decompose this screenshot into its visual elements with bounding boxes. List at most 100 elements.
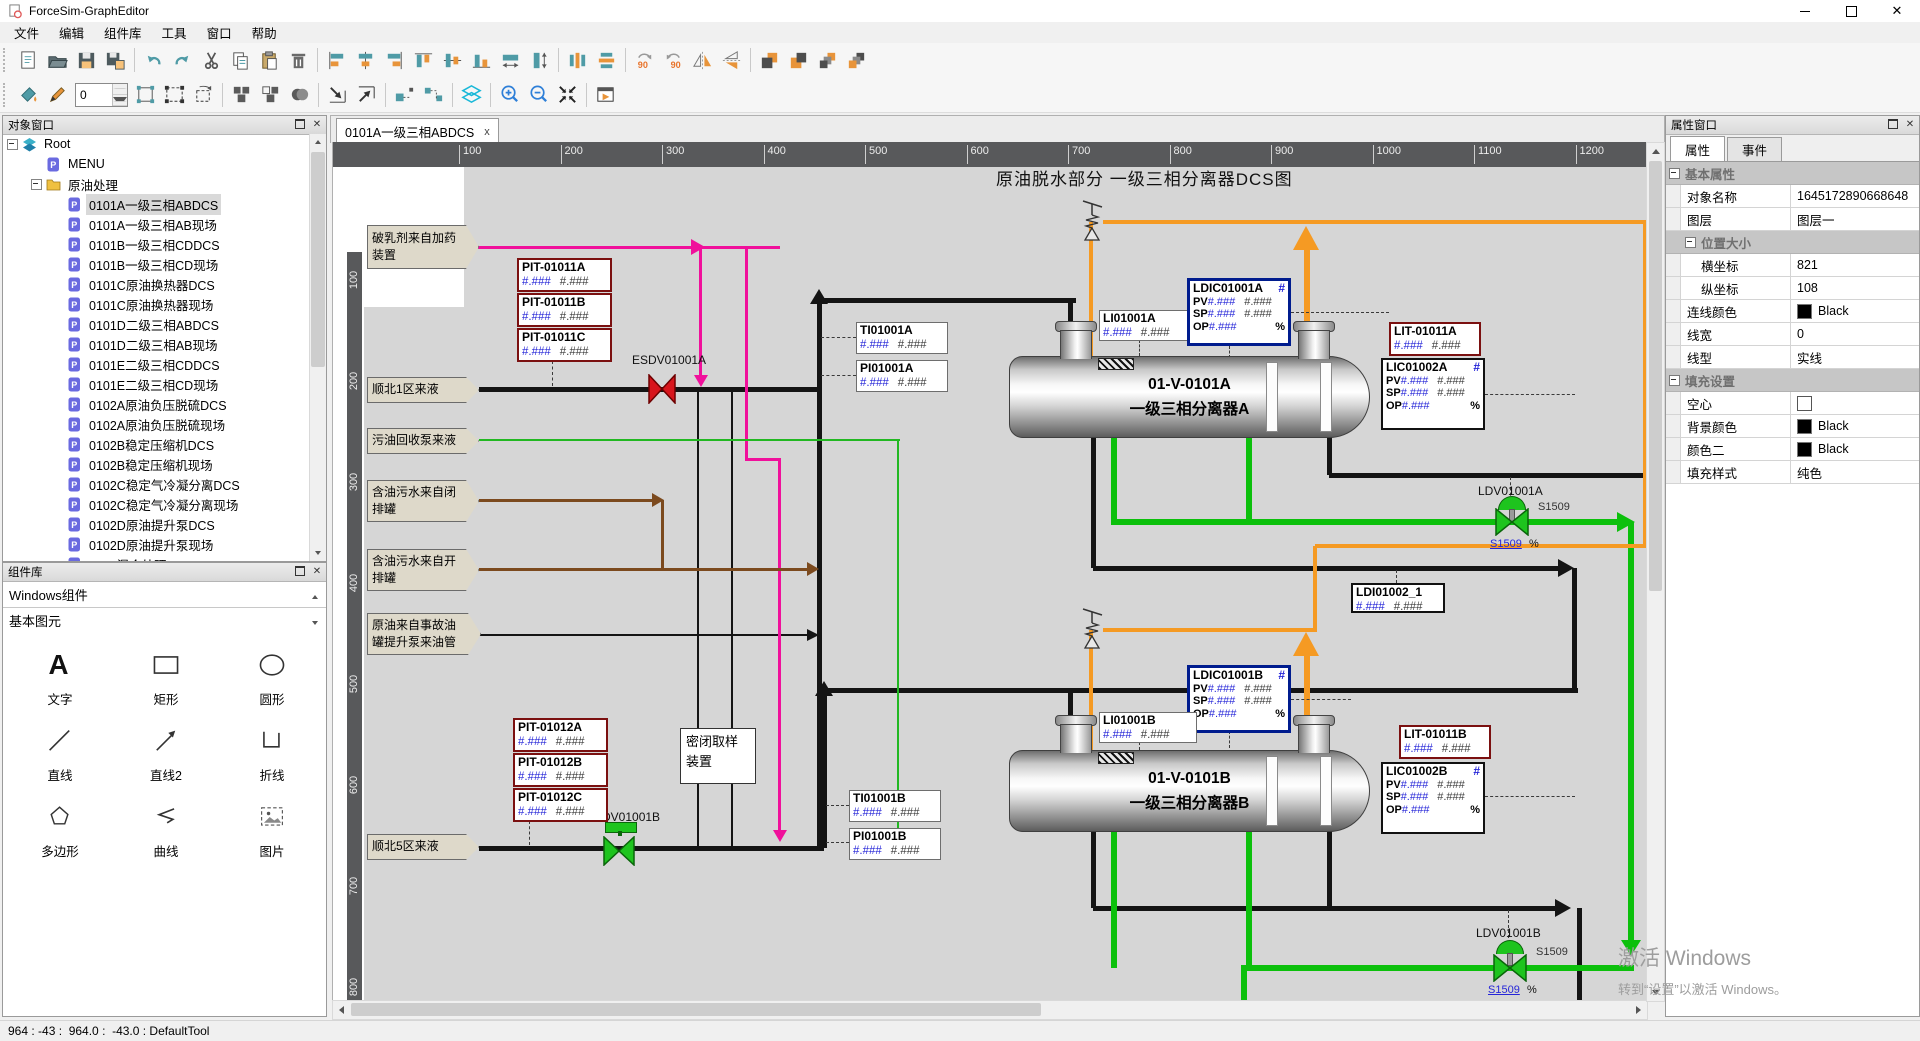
toolbar-align-left-button[interactable]	[322, 46, 351, 75]
tree-item-21[interactable]: P0103混合处理DCS	[3, 554, 310, 561]
instrument-PIT-01012C[interactable]: PIT-01012C#.####.###	[513, 788, 608, 822]
component-polyline[interactable]: 折线	[221, 719, 323, 791]
instrument-LIC01002B[interactable]: LIC01002B#PV#.####.###SP#.####.###OP#.##…	[1381, 762, 1485, 834]
menu-item-0[interactable]: 文件	[4, 21, 49, 44]
toolbar-same-height-button[interactable]	[525, 46, 554, 75]
tree-item-19[interactable]: P0102D原油提升泵DCS	[3, 514, 310, 534]
instrument-LDIC01001A[interactable]: LDIC01001A#PV#.####.###SP#.####.###OP#.#…	[1187, 278, 1291, 346]
canvas-hscrollbar[interactable]	[332, 1000, 1648, 1020]
esdv-valve-closed-icon[interactable]	[648, 374, 676, 404]
tree-item-18[interactable]: P0102C稳定气冷凝分离现场	[3, 494, 310, 514]
toolbar-resize-ne-button[interactable]	[352, 80, 381, 109]
toolbar-edit-vertex-button[interactable]	[131, 80, 160, 109]
component-line2[interactable]: 直线2	[115, 719, 217, 791]
scrollbar-thumb[interactable]	[311, 152, 325, 367]
library-section-basic[interactable]: 基本图元	[3, 608, 326, 634]
instrument-TI01001A[interactable]: TI01001A#.####.###	[856, 322, 948, 354]
maximize-button[interactable]	[1828, 0, 1874, 22]
instrument-LIT-01011B[interactable]: LIT-01011B#.####.###	[1399, 725, 1491, 759]
toolbar-grip[interactable]	[3, 83, 10, 107]
toolbar-distribute-h-button[interactable]	[563, 46, 592, 75]
scroll-down-icon[interactable]	[1652, 990, 1660, 995]
tree-item-15[interactable]: P0102B稳定压缩机DCS	[3, 434, 310, 454]
menu-item-2[interactable]: 组件库	[94, 21, 152, 44]
toolbar-select-region-button[interactable]	[160, 80, 189, 109]
toolbar-align-top-button[interactable]	[409, 46, 438, 75]
menu-item-4[interactable]: 窗口	[197, 21, 242, 44]
panel-close-icon[interactable]: ✕	[1903, 117, 1917, 131]
property-value[interactable]: Black	[1791, 300, 1919, 322]
toolbar-send-backward-button[interactable]	[842, 46, 871, 75]
tree-item-20[interactable]: P0102D原油提升泵现场	[3, 534, 310, 554]
toolbar-combine-button[interactable]	[285, 80, 314, 109]
stream-flag-3[interactable]: 含油污水来自闭排罐	[367, 480, 479, 522]
instrument-PIT-01011B[interactable]: PIT-01011B#.####.###	[517, 293, 612, 327]
tree-item-0[interactable]: Root	[3, 134, 310, 154]
component-text[interactable]: A文字	[9, 643, 111, 715]
instrument-PI01001A[interactable]: PI01001A#.####.###	[856, 360, 948, 392]
instrument-PIT-01011C[interactable]: PIT-01011C#.####.###	[517, 328, 612, 362]
instrument-LIT-01011A[interactable]: LIT-01011A#.####.###	[1389, 322, 1481, 356]
scroll-up-icon[interactable]	[1652, 149, 1660, 154]
toolbar-rotate-cw-button[interactable]: 90	[630, 46, 659, 75]
instrument-LI01001B[interactable]: LI01001B#.####.###	[1099, 712, 1197, 743]
toolbar-send-back-button[interactable]	[784, 46, 813, 75]
toolbar-save-as-button[interactable]	[101, 46, 130, 75]
toolbar-rotate-region-button[interactable]	[189, 80, 218, 109]
toolbar-open-button[interactable]	[43, 46, 72, 75]
menu-item-3[interactable]: 工具	[152, 21, 197, 44]
instrument-PI01001B[interactable]: PI01001B#.####.###	[849, 828, 941, 860]
checkbox[interactable]	[1797, 396, 1812, 411]
spinner-buttons[interactable]	[112, 84, 127, 106]
instrument-LDI01002_1[interactable]: LDI01002_1#.####.###	[1351, 583, 1445, 613]
tree-item-5[interactable]: P0101B一级三相CDDCS	[3, 234, 310, 254]
control-valve-icon[interactable]	[1493, 954, 1527, 982]
property-group-0[interactable]: 基本属性	[1666, 162, 1919, 185]
toolbar-ungroup-button[interactable]	[256, 80, 285, 109]
panel-float-icon[interactable]	[293, 564, 307, 578]
canvas-viewport[interactable]: 100200300400500600700800900100011001200 …	[332, 142, 1647, 1000]
tree-item-3[interactable]: P0101A一级三相ABDCS	[3, 194, 310, 214]
toolbar-flip-h-button[interactable]	[688, 46, 717, 75]
property-value[interactable]: 821	[1791, 254, 1919, 276]
panel-float-icon[interactable]	[1886, 117, 1900, 131]
tree-item-11[interactable]: P0101E二级三相CDDCS	[3, 354, 310, 374]
canvas-vscrollbar[interactable]	[1646, 142, 1665, 1002]
panel-close-icon[interactable]: ✕	[310, 564, 324, 578]
instrument-PIT-01011A[interactable]: PIT-01011A#.####.###	[517, 258, 612, 292]
toolbar-flip-v-button[interactable]	[717, 46, 746, 75]
tree-item-2[interactable]: 原油处理	[3, 174, 310, 194]
toolbar-copy-button[interactable]	[226, 46, 255, 75]
toolbar-paste-button[interactable]	[255, 46, 284, 75]
component-polygon[interactable]: 多边形	[9, 795, 111, 867]
tree-item-17[interactable]: P0102C稳定气冷凝分离DCS	[3, 474, 310, 494]
spinner-down-icon[interactable]	[113, 95, 127, 106]
tree-expander-icon[interactable]	[7, 139, 18, 150]
tab-events[interactable]: 事件	[1727, 137, 1782, 161]
toolbar-bring-front-button[interactable]	[755, 46, 784, 75]
tree-item-8[interactable]: P0101C原油换热器现场	[3, 294, 310, 314]
scroll-right-icon[interactable]	[1636, 1006, 1641, 1014]
tab-properties[interactable]: 属性	[1670, 136, 1725, 161]
toolbar-preview-button[interactable]	[591, 80, 620, 109]
menu-item-5[interactable]: 帮助	[242, 21, 287, 44]
instrument-PIT-01012A[interactable]: PIT-01012A#.####.###	[513, 718, 608, 752]
tab-close-icon[interactable]: x	[484, 126, 490, 138]
esdv-valve-open-icon[interactable]	[603, 836, 635, 866]
tree-item-6[interactable]: P0101B一级三相CD现场	[3, 254, 310, 274]
toolbar-align-right-button[interactable]	[380, 46, 409, 75]
scroll-down-icon[interactable]	[310, 545, 326, 561]
toolbar-line-width-spinner[interactable]	[75, 83, 128, 107]
tree-item-7[interactable]: P0101C原油换热器DCS	[3, 274, 310, 294]
tree-item-12[interactable]: P0101E二级三相CD现场	[3, 374, 310, 394]
toolbar-distribute-v-button[interactable]	[592, 46, 621, 75]
scroll-left-icon[interactable]	[339, 1006, 344, 1014]
instrument-LDIC01001B[interactable]: LDIC01001B#PV#.####.###SP#.####.###OP#.#…	[1187, 665, 1291, 733]
toolbar-resize-se-button[interactable]	[323, 80, 352, 109]
panel-float-icon[interactable]	[293, 117, 307, 131]
toolbar-same-width-button[interactable]	[496, 46, 525, 75]
spinner-up-icon[interactable]	[113, 84, 127, 95]
stream-flag-2[interactable]: 污油回收泵来液	[367, 428, 479, 454]
vessel-separator-a[interactable]: 01-V-0101A 一级三相分离器A	[1009, 356, 1370, 438]
toolbar-grip[interactable]	[3, 48, 10, 72]
